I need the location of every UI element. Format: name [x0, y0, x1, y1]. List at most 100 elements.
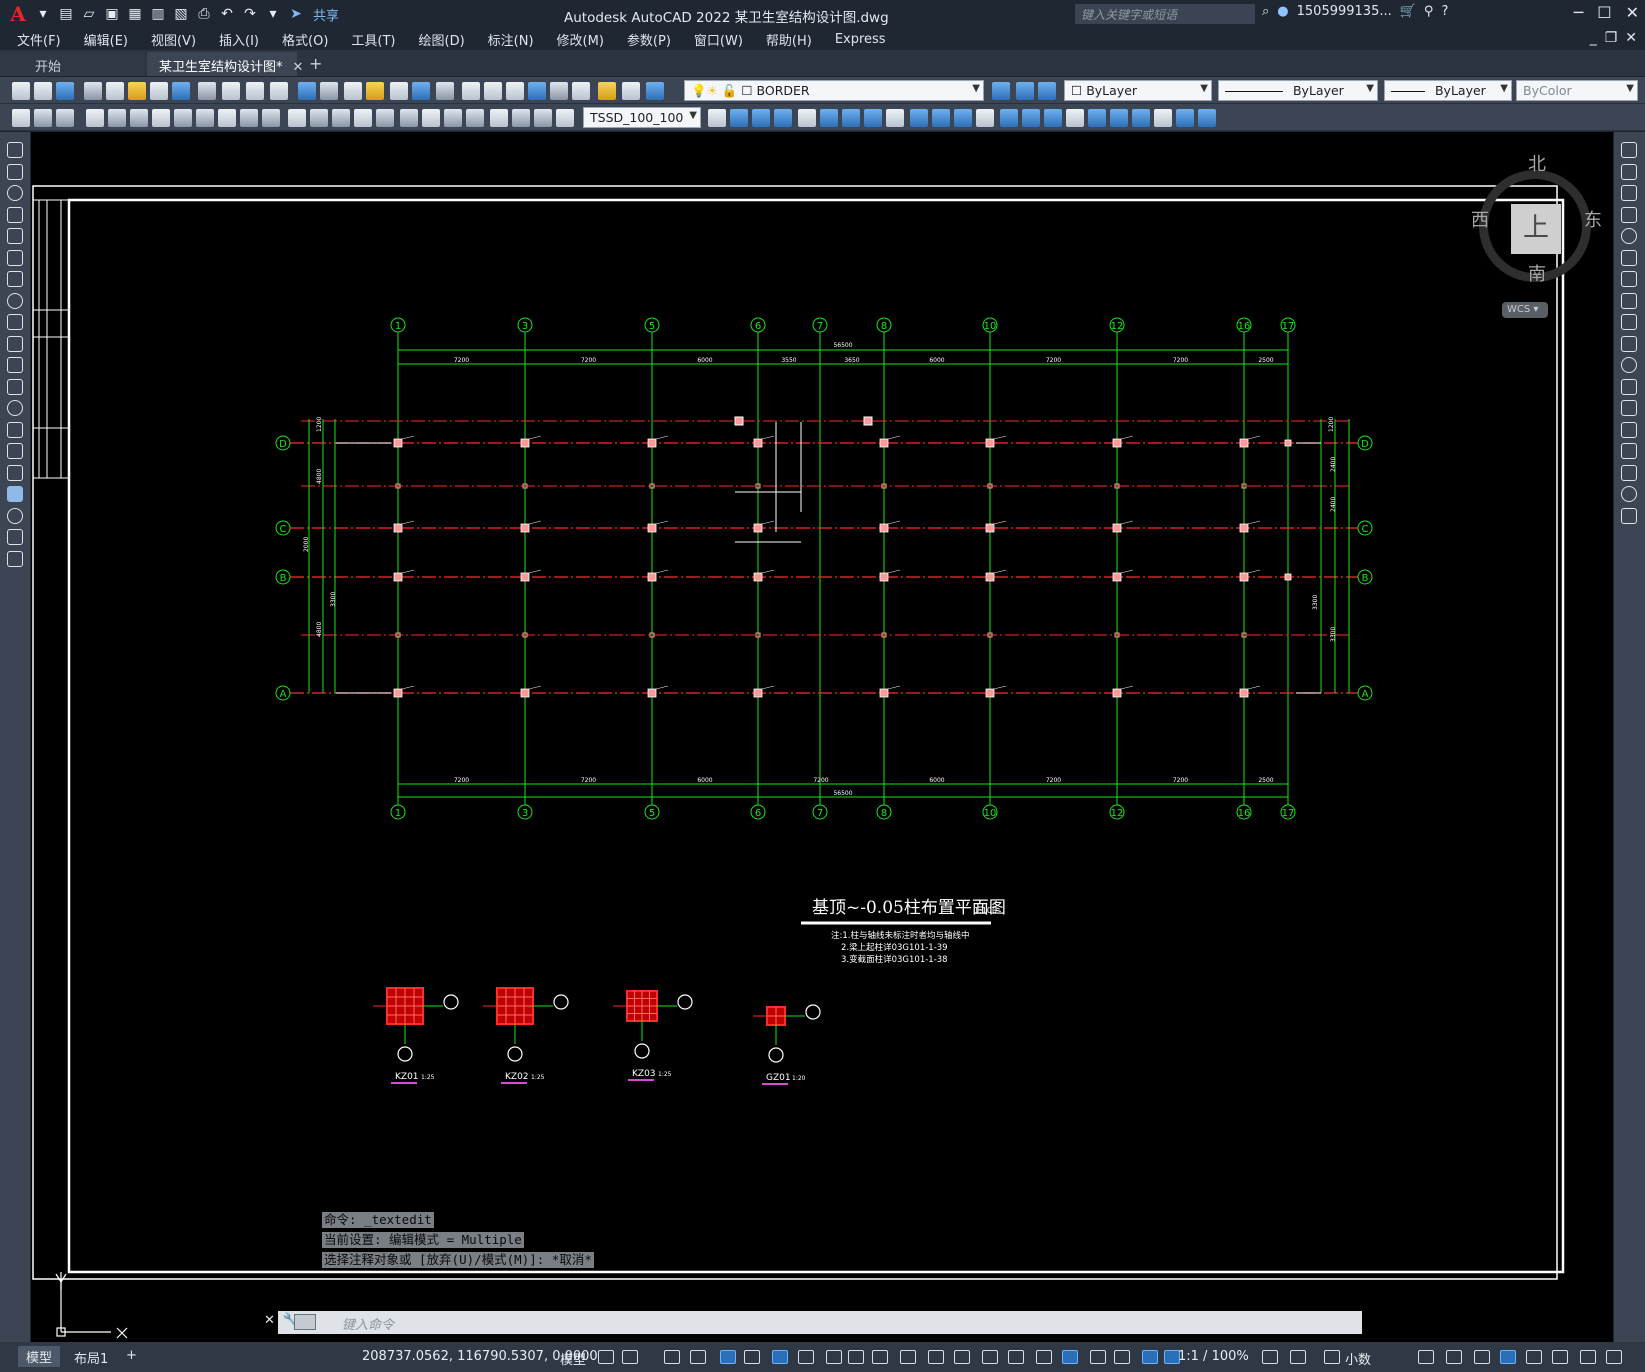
standard-tool-icon-13[interactable] [320, 82, 338, 100]
standard-tool-icon-9[interactable] [222, 82, 240, 100]
draw-hatch-icon[interactable] [7, 443, 23, 459]
standard-tool-icon-7[interactable] [172, 82, 190, 100]
status-toggle-icon-8[interactable] [826, 1350, 842, 1364]
draw-insert-block-icon[interactable] [7, 378, 23, 395]
standard-tool-icon-2[interactable] [56, 82, 74, 100]
tssd-tool-icon-0[interactable] [12, 109, 30, 127]
standard-tool-icon-12[interactable] [298, 82, 316, 100]
draw-circle-icon[interactable] [7, 271, 23, 287]
tab-layout1[interactable]: 布局1 [74, 1348, 108, 1367]
standard-tool-icon-0[interactable] [12, 82, 30, 100]
tssd-tool-icon-20[interactable] [466, 109, 484, 127]
draw-ellipse-icon[interactable] [7, 335, 23, 352]
standard-tool-icon-24[interactable] [572, 82, 590, 100]
print-icon[interactable]: ⎙ [194, 4, 214, 24]
modify-tool-icon-20[interactable] [1154, 109, 1172, 127]
standard-tool-icon-22[interactable] [528, 82, 546, 100]
modify-trim-icon[interactable] [1621, 335, 1637, 352]
status-toggle-icon-24[interactable] [1324, 1350, 1340, 1364]
tssd-tool-icon-13[interactable] [310, 109, 328, 127]
maximize-icon[interactable]: ☐ [1597, 3, 1611, 22]
status-toggle-icon-1[interactable] [622, 1350, 638, 1364]
doc-close-icon[interactable]: ✕ [1625, 30, 1637, 46]
status-toggle-icon-18[interactable] [1090, 1350, 1106, 1364]
modify-tool-icon-8[interactable] [886, 109, 904, 127]
standard-tool-icon-1[interactable] [34, 82, 52, 100]
modify-copy-icon[interactable] [1621, 163, 1637, 180]
status-toggle-icon-9[interactable] [848, 1350, 864, 1364]
modify-tool-icon-12[interactable] [976, 109, 994, 127]
status-toggle-icon-6[interactable] [772, 1350, 788, 1364]
exchange-icon[interactable]: ⚲ [1424, 4, 1434, 19]
autocad-logo-icon[interactable]: A [6, 2, 30, 26]
compass-east[interactable]: 东 [1584, 206, 1602, 232]
drawing-svg[interactable]: 1 1 3 3 5 5 6 6 7 7 8 8 10 10 12 12 16 16 17 17 56500 7200 720… [31, 132, 1613, 1342]
tssd-tool-icon-9[interactable] [218, 109, 236, 127]
tssd-tool-icon-24[interactable] [556, 109, 574, 127]
tab-start[interactable]: 开始 [0, 52, 145, 76]
tssd-tool-icon-8[interactable] [196, 109, 214, 127]
modify-tool-icon-6[interactable] [842, 109, 860, 127]
draw-point-icon[interactable] [7, 421, 23, 438]
tssd-tool-icon-14[interactable] [332, 109, 350, 127]
recent-commands-icon[interactable] [294, 1314, 316, 1330]
modify-stretch-icon[interactable] [1621, 314, 1637, 330]
menu-parametric[interactable]: 参数(P) [627, 30, 671, 49]
new-tab-button[interactable]: + [299, 54, 332, 76]
draw-gradient-icon[interactable] [7, 464, 23, 481]
status-toggle-icon-27[interactable] [1474, 1350, 1490, 1364]
standard-tool-icon-23[interactable] [550, 82, 568, 100]
tssd-tool-icon-19[interactable] [444, 109, 462, 127]
draw-line-icon[interactable] [7, 142, 23, 158]
modify-fillet-icon[interactable] [1621, 464, 1637, 481]
menu-help[interactable]: 帮助(H) [766, 30, 812, 49]
status-toggle-icon-14[interactable] [982, 1350, 998, 1364]
minimize-icon[interactable]: ─ [1574, 3, 1584, 22]
modify-tool-icon-9[interactable] [910, 109, 928, 127]
lineweight-dropdown[interactable]: ByLayer ▼ [1384, 80, 1512, 101]
status-toggle-icon-29[interactable] [1526, 1350, 1542, 1364]
modify-tool-icon-17[interactable] [1088, 109, 1106, 127]
draw-table-icon[interactable] [7, 507, 23, 524]
status-toggle-icon-16[interactable] [1036, 1350, 1052, 1364]
modify-offset-icon[interactable] [1621, 206, 1637, 223]
status-toggle-icon-7[interactable] [798, 1350, 814, 1364]
modify-move-icon[interactable] [1621, 249, 1637, 266]
standard-tool-icon-27[interactable] [646, 82, 664, 100]
standard-tool-icon-5[interactable] [128, 82, 146, 100]
modify-explode-icon[interactable] [1621, 507, 1637, 524]
status-toggle-icon-2[interactable] [664, 1350, 680, 1364]
modify-break-icon[interactable] [1621, 400, 1637, 416]
menu-file[interactable]: 文件(F) [17, 30, 61, 49]
status-toggle-icon-23[interactable] [1290, 1350, 1306, 1364]
redo-icon[interactable]: ↷ [240, 4, 260, 24]
modify-tool-icon-1[interactable] [730, 109, 748, 127]
annotation-scale[interactable]: 1:1 / 100% [1178, 1349, 1249, 1364]
close-commandline-icon[interactable]: ✕ [264, 1313, 275, 1328]
status-toggle-icon-13[interactable] [954, 1350, 970, 1364]
modify-break-at-point-icon[interactable] [1621, 378, 1637, 395]
menu-draw[interactable]: 绘图(D) [419, 30, 465, 49]
modify-extend-icon[interactable] [1621, 357, 1637, 373]
standard-tool-icon-21[interactable] [506, 82, 524, 100]
tssd-tool-icon-1[interactable] [34, 109, 52, 127]
dimstyle-dropdown[interactable]: TSSD_100_100 ▼ [583, 107, 701, 128]
standard-tool-icon-19[interactable] [462, 82, 480, 100]
standard-tool-icon-16[interactable] [390, 82, 408, 100]
draw-revcloud-icon[interactable] [7, 292, 23, 309]
close-icon[interactable]: ✕ [1626, 3, 1639, 22]
viewcube-top-face[interactable]: 上 [1511, 204, 1561, 254]
open-web-icon[interactable]: ▧ [171, 4, 191, 24]
tssd-tool-icon-17[interactable] [400, 109, 418, 127]
menu-insert[interactable]: 插入(I) [219, 30, 259, 49]
standard-tool-icon-15[interactable] [366, 82, 384, 100]
search-icon[interactable]: ⌕ [1262, 4, 1269, 19]
user-name[interactable]: 1505999135... [1297, 4, 1392, 19]
publish-icon[interactable]: ▥ [148, 4, 168, 24]
status-toggle-icon-12[interactable] [928, 1350, 944, 1364]
layer-tool-icon-1[interactable] [1016, 82, 1034, 100]
status-toggle-icon-0[interactable] [598, 1350, 614, 1364]
menu-window[interactable]: 窗口(W) [694, 30, 743, 49]
keyword-search-input[interactable]: 键入关键字或短语 [1075, 4, 1255, 24]
menu-dimension[interactable]: 标注(N) [488, 30, 534, 49]
